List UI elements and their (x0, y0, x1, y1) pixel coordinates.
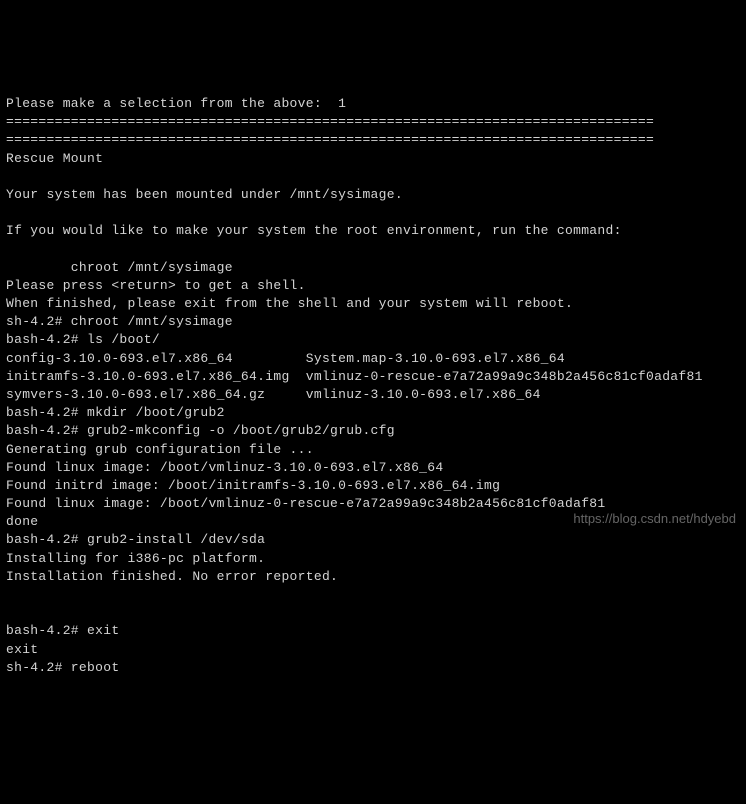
terminal-line: ========================================… (6, 132, 654, 147)
terminal-line: Installing for i386-pc platform. (6, 551, 265, 566)
terminal-line: symvers-3.10.0-693.el7.x86_64.gz vmlinuz… (6, 387, 541, 402)
terminal-line: Please make a selection from the above: … (6, 96, 346, 111)
terminal-line: bash-4.2# mkdir /boot/grub2 (6, 405, 225, 420)
terminal-line: When finished, please exit from the shel… (6, 296, 573, 311)
terminal-line: ========================================… (6, 114, 654, 129)
terminal-line: bash-4.2# ls /boot/ (6, 332, 160, 347)
terminal-line: done (6, 514, 38, 529)
terminal-line: sh-4.2# reboot (6, 660, 119, 675)
terminal-line: Your system has been mounted under /mnt/… (6, 187, 403, 202)
terminal-output[interactable]: Please make a selection from the above: … (6, 77, 740, 677)
watermark-text: https://blog.csdn.net/hdyebd (573, 510, 736, 528)
terminal-line: Installation finished. No error reported… (6, 569, 338, 584)
terminal-line: Rescue Mount (6, 151, 103, 166)
terminal-line: exit (6, 642, 38, 657)
terminal-line: If you would like to make your system th… (6, 223, 622, 238)
terminal-line: chroot /mnt/sysimage (6, 260, 233, 275)
terminal-line: Found initrd image: /boot/initramfs-3.10… (6, 478, 500, 493)
terminal-line: bash-4.2# exit (6, 623, 119, 638)
terminal-line: config-3.10.0-693.el7.x86_64 System.map-… (6, 351, 565, 366)
terminal-line: bash-4.2# grub2-mkconfig -o /boot/grub2/… (6, 423, 395, 438)
terminal-line: Please press <return> to get a shell. (6, 278, 306, 293)
terminal-line: bash-4.2# grub2-install /dev/sda (6, 532, 265, 547)
terminal-line: Generating grub configuration file ... (6, 442, 314, 457)
terminal-line: sh-4.2# chroot /mnt/sysimage (6, 314, 233, 329)
terminal-line: Found linux image: /boot/vmlinuz-3.10.0-… (6, 460, 443, 475)
terminal-line: initramfs-3.10.0-693.el7.x86_64.img vmli… (6, 369, 703, 384)
terminal-line: Found linux image: /boot/vmlinuz-0-rescu… (6, 496, 606, 511)
